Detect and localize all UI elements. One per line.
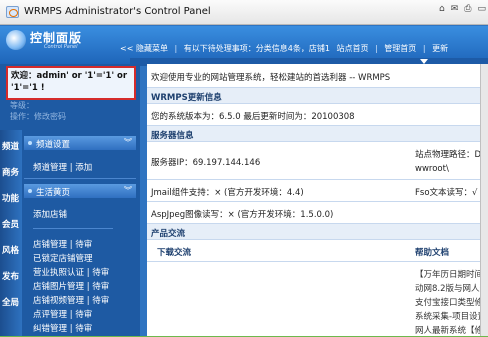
- title-bar: WRMPS Administrator's Control Panel ⌂ ✉ …: [0, 0, 488, 25]
- server-ip: 服务器IP：69.197.144.146: [151, 158, 261, 168]
- change-password-link[interactable]: 操作：修改密码: [10, 111, 66, 122]
- logo-icon: [6, 30, 26, 50]
- browser-icon: [6, 6, 19, 18]
- exchange-header-row: 下载交流 帮助文档: [147, 240, 488, 262]
- divider: [24, 178, 136, 179]
- sidebar-tab-channel[interactable]: 频道: [2, 140, 19, 152]
- sidebar-tab-function[interactable]: 功能: [2, 192, 19, 204]
- welcome-user: 欢迎：admin' or '1'='1' or: [11, 71, 128, 81]
- aspjpeg-status: AspJpeg图像读写：× (官方开发环境：1.5.0.0): [151, 210, 334, 220]
- main-panel: 欢迎使用专业的网站管理系统，轻松建站的首选利器 -- WRMPS WRMPS更新…: [147, 64, 488, 337]
- menu-group-label: 生活黄页: [36, 188, 71, 198]
- server-row: 服务器IP：69.197.144.146 站点物理路径：D: wwroot\: [147, 142, 488, 180]
- jmail-status: Jmail组件支持：× (官方开发环境：4.4): [151, 188, 304, 198]
- chevron-icon: ︾: [124, 186, 132, 195]
- site-home-link[interactable]: 站点首页: [336, 44, 368, 53]
- nav-separator: |: [375, 44, 378, 53]
- section-header: WRMPS更新信息: [147, 88, 488, 104]
- bullet-icon: [28, 189, 32, 193]
- browser-window: WRMPS Administrator's Control Panel ⌂ ✉ …: [0, 0, 488, 337]
- jmail-row: Jmail组件支持：× (官方开发环境：4.4) Fso文本读写：√: [147, 180, 488, 202]
- logo-subtitle: Control Panel: [44, 44, 78, 50]
- menu-link-shop-manage[interactable]: 店铺管理 | 待审: [33, 238, 92, 250]
- sidebar-tab-style[interactable]: 风格: [2, 244, 19, 256]
- section-title: 服务器信息: [151, 131, 194, 141]
- menu-link-locked-shops[interactable]: 已锁定店铺管理: [33, 252, 93, 264]
- home-icon[interactable]: ⌂: [439, 4, 445, 14]
- sidebar-tab-business[interactable]: 商务: [2, 166, 19, 178]
- version-row: 您的系统版本为：6.5.0 最后更新时间为：20100308: [147, 104, 488, 126]
- toolbar: ⌂ ✉ ⎙ ▭: [439, 4, 486, 14]
- menu-link-shop-video[interactable]: 店铺视频管理 | 待审: [33, 294, 109, 306]
- user-info: 欢迎：admin' or '1'='1' or '1'='1 !: [6, 66, 136, 100]
- hide-menu-link[interactable]: << 隐藏菜单: [120, 44, 168, 53]
- bullet-icon: [28, 141, 32, 145]
- help-item[interactable]: 动网8.2版与网人整: [415, 282, 488, 294]
- welcome-row: 欢迎使用专业的网站管理系统，轻松建站的首选利器 -- WRMPS: [147, 64, 488, 88]
- download-heading: 下载交流: [157, 248, 192, 258]
- help-item[interactable]: 支付宝接口类型修: [415, 296, 483, 308]
- site-path-value: wwroot\: [415, 164, 449, 174]
- section-header: 服务器信息: [147, 126, 488, 142]
- sidebar-tab-publish[interactable]: 发布: [2, 270, 19, 282]
- scrollbar[interactable]: [480, 64, 488, 337]
- welcome-user-cont: '1'='1 !: [11, 83, 45, 93]
- feeds-icon[interactable]: ✉: [451, 4, 459, 14]
- top-nav: << 隐藏菜单 | 有以下待处理事项：分类信息4条，店铺1 站点首页 | 管理首…: [120, 43, 488, 57]
- divider: [33, 228, 113, 229]
- menu-link-add-shop[interactable]: 添加店铺: [33, 208, 67, 220]
- chevron-icon: ︾: [124, 138, 132, 147]
- help-item[interactable]: 网人最新系统【修: [415, 324, 483, 336]
- update-link[interactable]: 更新: [432, 44, 448, 53]
- nav-separator: |: [174, 44, 178, 53]
- sidebar-tab-global[interactable]: 全局: [2, 296, 19, 308]
- window-title: WRMPS Administrator's Control Panel: [24, 6, 211, 17]
- menu-link-shop-images[interactable]: 店铺图片管理 | 待审: [33, 280, 109, 292]
- admin-home-link[interactable]: 管理首页: [384, 44, 416, 53]
- sidebar-tab-member[interactable]: 会员: [2, 218, 19, 230]
- aspjpeg-row: AspJpeg图像读写：× (官方开发环境：1.5.0.0): [147, 202, 488, 224]
- print-icon[interactable]: ⎙: [464, 4, 471, 14]
- nav-separator: |: [422, 44, 426, 53]
- page-icon[interactable]: ▭: [477, 4, 486, 14]
- pending-items-link[interactable]: 有以下待处理事项：分类信息4条，店铺1: [184, 44, 330, 53]
- section-title: 产品交流: [151, 229, 186, 239]
- menu-link-reviews[interactable]: 点评管理 | 待审: [33, 308, 92, 320]
- menu-group-channel[interactable]: 频道设置 ︾: [24, 136, 136, 150]
- menu-link-corrections[interactable]: 纠错管理 | 待审: [33, 322, 92, 334]
- site-path-label: 站点物理路径：D:: [415, 150, 484, 160]
- menu-link-license[interactable]: 营业执照认证 | 待审: [33, 266, 109, 278]
- section-title: WRMPS更新信息: [151, 93, 222, 103]
- help-item[interactable]: 【万年历日期时间: [415, 268, 483, 280]
- fso-status: Fso文本读写：√: [415, 188, 478, 198]
- menu-group-label: 频道设置: [36, 140, 71, 150]
- welcome-text: 欢迎使用专业的网站管理系统，轻松建站的首选利器 -- WRMPS: [151, 73, 391, 83]
- menu-group-yellowpages[interactable]: 生活黄页 ︾: [24, 184, 136, 198]
- menu-link-channel-manage[interactable]: 频道管理 | 添加: [33, 161, 92, 173]
- help-heading: 帮助文档: [415, 248, 450, 258]
- help-item[interactable]: 系统采集-项目设置: [415, 310, 486, 322]
- section-header: 产品交流: [147, 224, 488, 240]
- version-text: 您的系统版本为：6.5.0 最后更新时间为：20100308: [151, 112, 355, 122]
- user-level: 等级：: [10, 101, 34, 110]
